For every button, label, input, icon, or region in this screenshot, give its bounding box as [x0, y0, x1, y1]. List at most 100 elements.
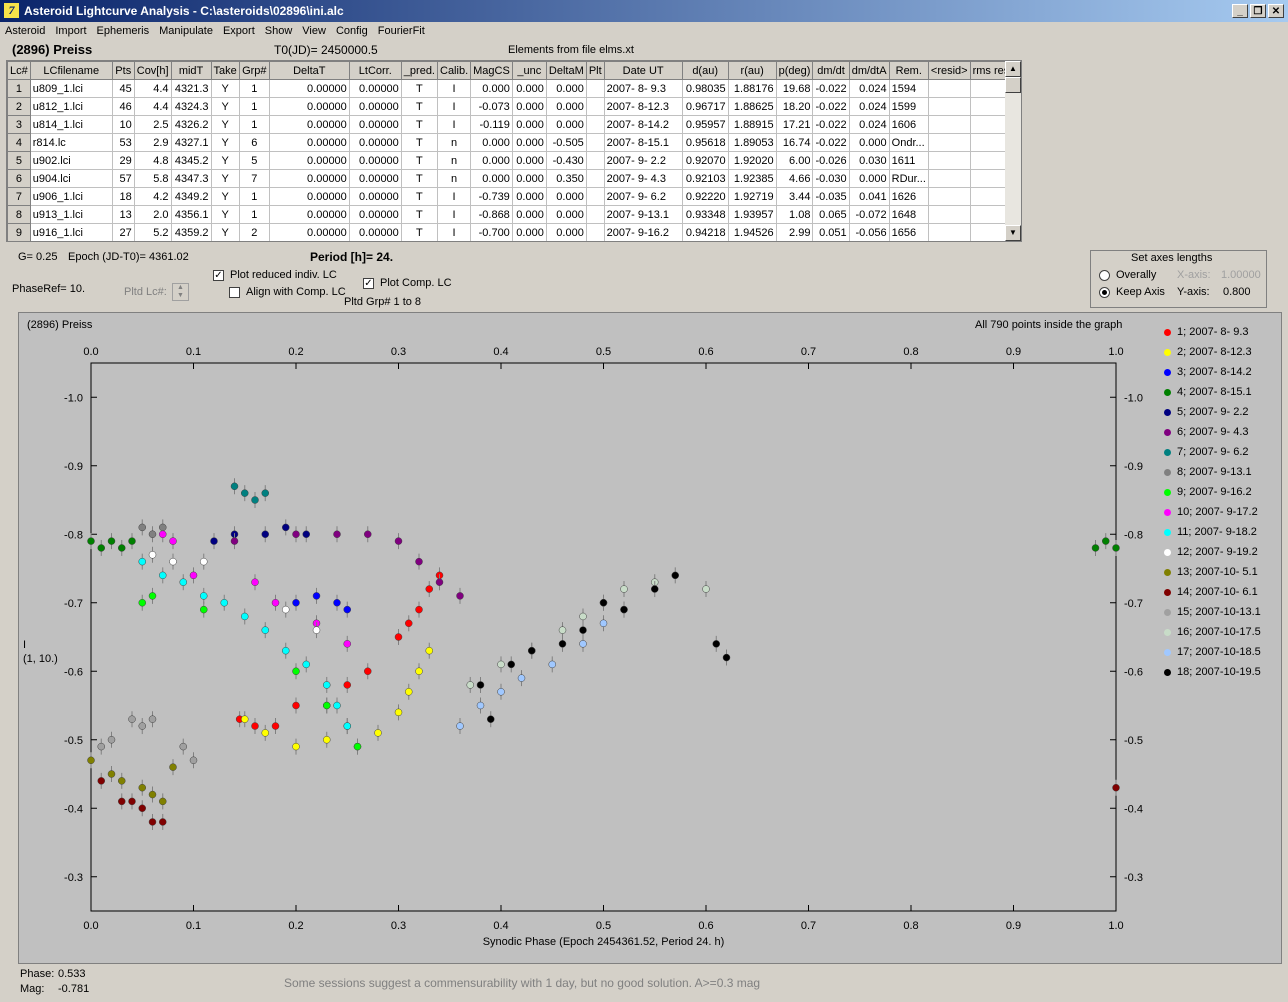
column-header[interactable]: d(au): [681, 61, 729, 80]
table-cell[interactable]: -0.700: [470, 223, 513, 241]
table-cell[interactable]: 4327.1: [170, 133, 212, 152]
table-cell[interactable]: 18: [111, 187, 135, 206]
column-header[interactable]: _pred.: [400, 61, 439, 80]
table-cell[interactable]: 0.95957: [681, 115, 729, 134]
table-cell[interactable]: 0.000: [545, 223, 587, 241]
table-cell[interactable]: 1: [238, 79, 270, 98]
table-row[interactable]: 6 u904.lci 57 5.8 4347.3 Y 7 0.00000 0.00000 Tn 0.…: [7, 169, 1013, 188]
table-cell[interactable]: 1.88625: [727, 97, 777, 116]
table-cell[interactable]: 0.96717: [681, 97, 729, 116]
table-cell[interactable]: u906_1.lci: [29, 187, 113, 206]
table-cell[interactable]: -0.022: [812, 133, 850, 152]
table-cell[interactable]: 1.93957: [727, 205, 777, 224]
table-cell[interactable]: 2.5: [133, 115, 172, 134]
table-cell[interactable]: RDur...: [888, 169, 929, 188]
table-cell[interactable]: u814_1.lci: [29, 115, 113, 134]
table-cell[interactable]: Y: [210, 79, 240, 98]
table-cell[interactable]: n: [436, 151, 472, 170]
table-cell[interactable]: -0.505: [545, 133, 587, 152]
table-cell[interactable]: 10: [111, 115, 135, 134]
table-cell[interactable]: 0.000: [470, 151, 513, 170]
table-cell[interactable]: 0.024: [848, 115, 890, 134]
table-cell[interactable]: 3.44: [775, 187, 814, 206]
table-cell[interactable]: [585, 97, 605, 116]
table-cell[interactable]: 45: [111, 79, 135, 98]
table-cell[interactable]: 1: [238, 115, 270, 134]
table-cell[interactable]: -0.073: [470, 97, 513, 116]
table-cell[interactable]: Y: [210, 187, 240, 206]
table-cell[interactable]: 19.68: [775, 79, 814, 98]
align-checkbox[interactable]: [229, 287, 240, 298]
column-header[interactable]: Grp#: [238, 61, 270, 80]
menu-item-import[interactable]: Import: [50, 22, 91, 40]
table-cell[interactable]: 1: [7, 79, 31, 98]
menu-item-manipulate[interactable]: Manipulate: [154, 22, 218, 40]
table-cell[interactable]: 2.99: [775, 223, 814, 241]
table-cell[interactable]: 0.000: [511, 169, 547, 188]
table-cell[interactable]: T: [400, 133, 439, 152]
table-cell[interactable]: I: [436, 223, 472, 241]
table-cell[interactable]: 3: [7, 115, 31, 134]
table-cell[interactable]: 0.92070: [681, 151, 729, 170]
table-cell[interactable]: 0.000: [545, 187, 587, 206]
table-cell[interactable]: 2007- 9-16.2: [603, 223, 683, 241]
table-cell[interactable]: 0.00000: [268, 169, 350, 188]
table-cell[interactable]: 0.00000: [348, 223, 402, 241]
table-cell[interactable]: 0.00000: [268, 97, 350, 116]
table-cell[interactable]: 1648: [888, 205, 929, 224]
column-header[interactable]: LCfilename: [29, 61, 113, 80]
table-row[interactable]: 8 u913_1.lci 13 2.0 4356.1 Y 1 0.00000 0.00000 T I…: [7, 205, 1013, 224]
table-cell[interactable]: 0.000: [545, 115, 587, 134]
table-cell[interactable]: 0.00000: [268, 79, 350, 98]
table-cell[interactable]: 53: [111, 133, 135, 152]
table-cell[interactable]: 0.000: [511, 187, 547, 206]
table-cell[interactable]: 6: [238, 133, 270, 152]
table-cell[interactable]: 27: [111, 223, 135, 241]
table-cell[interactable]: 2: [7, 97, 31, 116]
table-cell[interactable]: Y: [210, 133, 240, 152]
table-cell[interactable]: 0.350: [545, 169, 587, 188]
table-cell[interactable]: I: [436, 97, 472, 116]
table-cell[interactable]: r814.lc: [29, 133, 113, 152]
table-cell[interactable]: 13: [111, 205, 135, 224]
table-cell[interactable]: 4.4: [133, 97, 172, 116]
table-cell[interactable]: 0.00000: [268, 133, 350, 152]
table-cell[interactable]: 0.000: [470, 79, 513, 98]
column-header[interactable]: Calib.: [436, 61, 472, 80]
scroll-thumb[interactable]: [1005, 77, 1021, 93]
table-cell[interactable]: 1.92385: [727, 169, 777, 188]
table-cell[interactable]: -0.035: [812, 187, 850, 206]
table-cell[interactable]: 1611: [888, 151, 929, 170]
table-cell[interactable]: 7: [238, 169, 270, 188]
table-row[interactable]: 3 u814_1.lci 10 2.5 4326.2 Y 1 0.00000 0.00000 T I…: [7, 115, 1013, 134]
column-header[interactable]: Lc#: [7, 61, 31, 80]
table-cell[interactable]: -0.072: [848, 205, 890, 224]
table-cell[interactable]: 1599: [888, 97, 929, 116]
table-cell[interactable]: 0.92103: [681, 169, 729, 188]
table-cell[interactable]: n: [436, 133, 472, 152]
table-cell[interactable]: 0.000: [511, 205, 547, 224]
table-cell[interactable]: 0.00000: [348, 133, 402, 152]
table-cell[interactable]: 2007- 9- 2.2: [603, 151, 683, 170]
period-value[interactable]: Period [h]= 24.: [310, 250, 393, 264]
table-cell[interactable]: Y: [210, 205, 240, 224]
table-row[interactable]: 4 r814.lc 53 2.9 4327.1 Y 6 0.00000 0.00000 Tn 0.0…: [7, 133, 1013, 152]
table-cell[interactable]: T: [400, 151, 439, 170]
table-cell[interactable]: [585, 115, 605, 134]
table-cell[interactable]: T: [400, 115, 439, 134]
table-cell[interactable]: 0.024: [848, 97, 890, 116]
table-cell[interactable]: 0.92220: [681, 187, 729, 206]
table-cell[interactable]: 0.030: [848, 151, 890, 170]
table-cell[interactable]: 4347.3: [170, 169, 212, 188]
table-cell[interactable]: -0.022: [812, 97, 850, 116]
table-cell[interactable]: u916_1.lci: [29, 223, 113, 241]
table-row[interactable]: 2 u812_1.lci 46 4.4 4324.3 Y 1 0.00000 0.00000 T I…: [7, 97, 1013, 116]
table-cell[interactable]: Y: [210, 169, 240, 188]
table-cell[interactable]: 0.00000: [268, 115, 350, 134]
table-cell[interactable]: 2.0: [133, 205, 172, 224]
overally-radio[interactable]: [1099, 270, 1110, 281]
table-cell[interactable]: 1.92719: [727, 187, 777, 206]
table-cell[interactable]: 5: [238, 151, 270, 170]
table-cell[interactable]: 4345.2: [170, 151, 212, 170]
table-cell[interactable]: 0.000: [511, 223, 547, 241]
